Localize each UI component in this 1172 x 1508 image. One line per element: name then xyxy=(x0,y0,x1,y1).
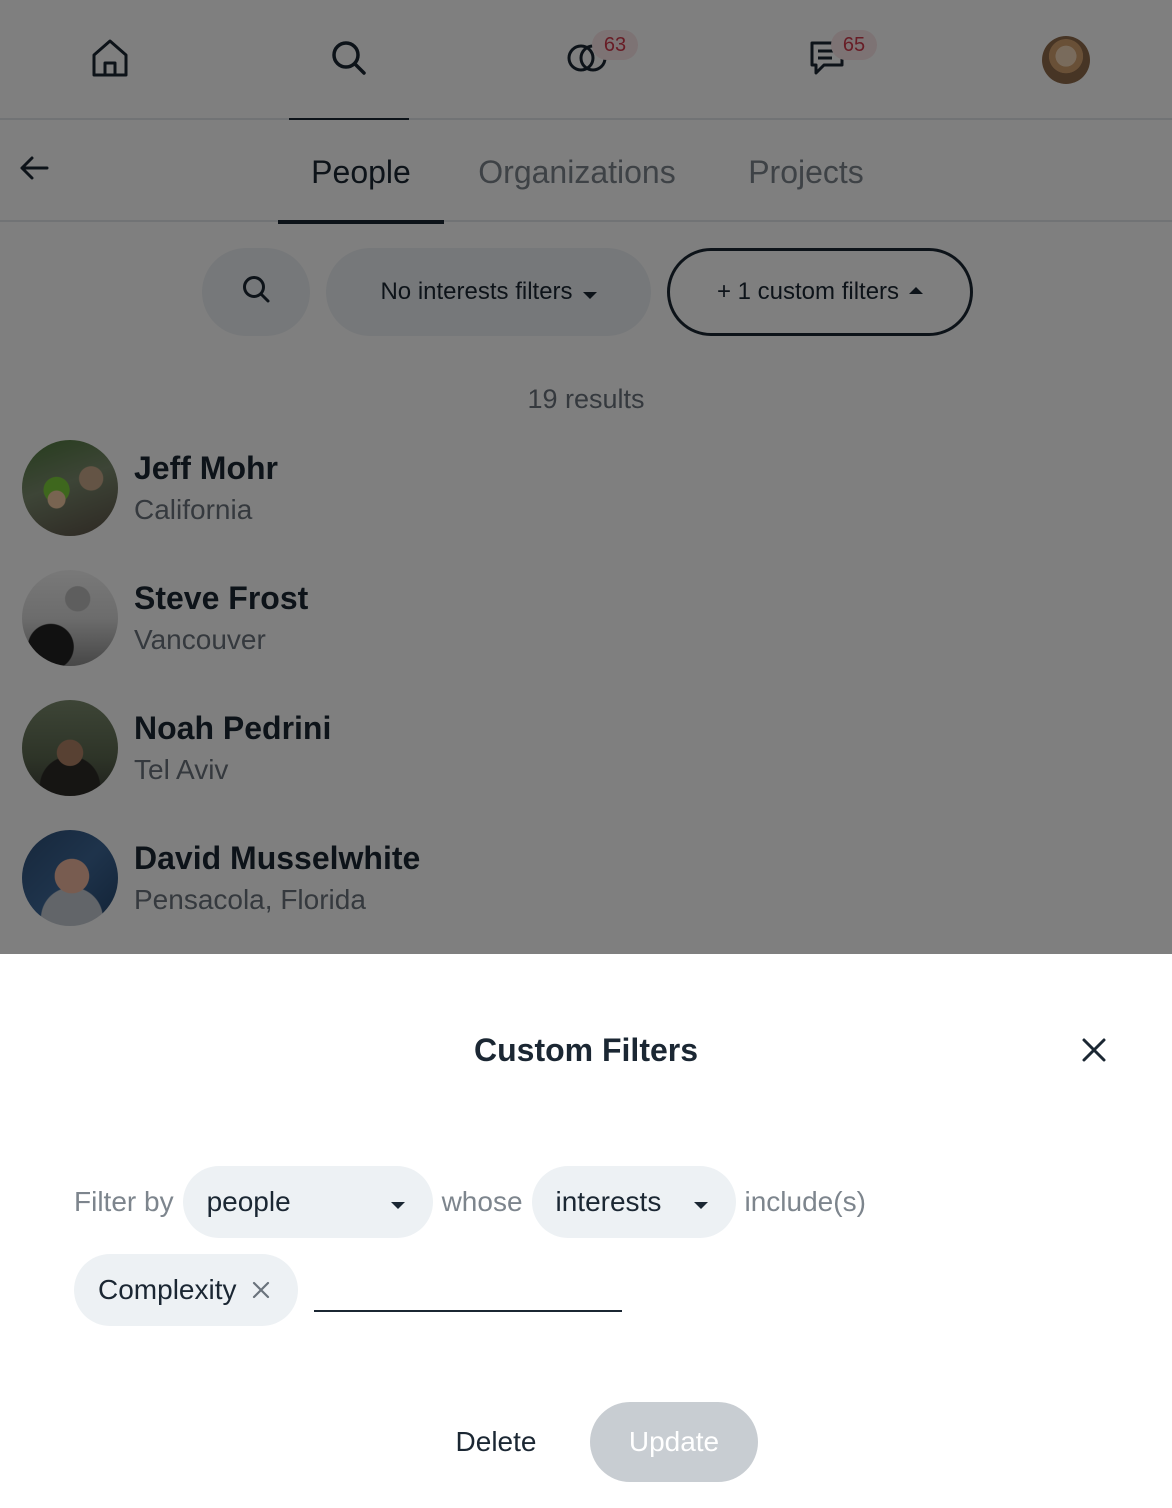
modal-backdrop[interactable] xyxy=(0,0,1172,954)
close-button[interactable] xyxy=(1072,1030,1116,1074)
remove-tag-button[interactable] xyxy=(250,1279,272,1301)
filter-rule-row: Filter by people whose interests include… xyxy=(74,1166,866,1238)
operator-label: include(s) xyxy=(744,1186,866,1217)
sheet-actions: Delete Update xyxy=(0,1402,1172,1482)
field-select-value: interests xyxy=(555,1186,662,1217)
sheet-title: Custom Filters xyxy=(473,1032,699,1068)
caret-down-icon xyxy=(693,1201,708,1209)
custom-filters-sheet: Custom Filters Filter by people whose in… xyxy=(0,954,1172,1508)
caret-down-icon xyxy=(390,1201,405,1209)
delete-button[interactable]: Delete xyxy=(430,1402,562,1482)
filter-by-label: Filter by xyxy=(74,1186,174,1217)
close-icon xyxy=(253,1281,270,1299)
close-icon xyxy=(1081,1037,1107,1068)
tag-chip-label: Complexity xyxy=(98,1274,237,1305)
whose-label: whose xyxy=(441,1186,523,1217)
tag-input[interactable] xyxy=(314,1264,623,1312)
field-select[interactable]: interests xyxy=(531,1166,736,1238)
update-button[interactable]: Update xyxy=(590,1402,758,1482)
tag-row: Complexity xyxy=(74,1254,623,1326)
entity-select[interactable]: people xyxy=(182,1166,433,1238)
tag-chip: Complexity xyxy=(74,1254,299,1326)
entity-select-value: people xyxy=(206,1186,291,1217)
